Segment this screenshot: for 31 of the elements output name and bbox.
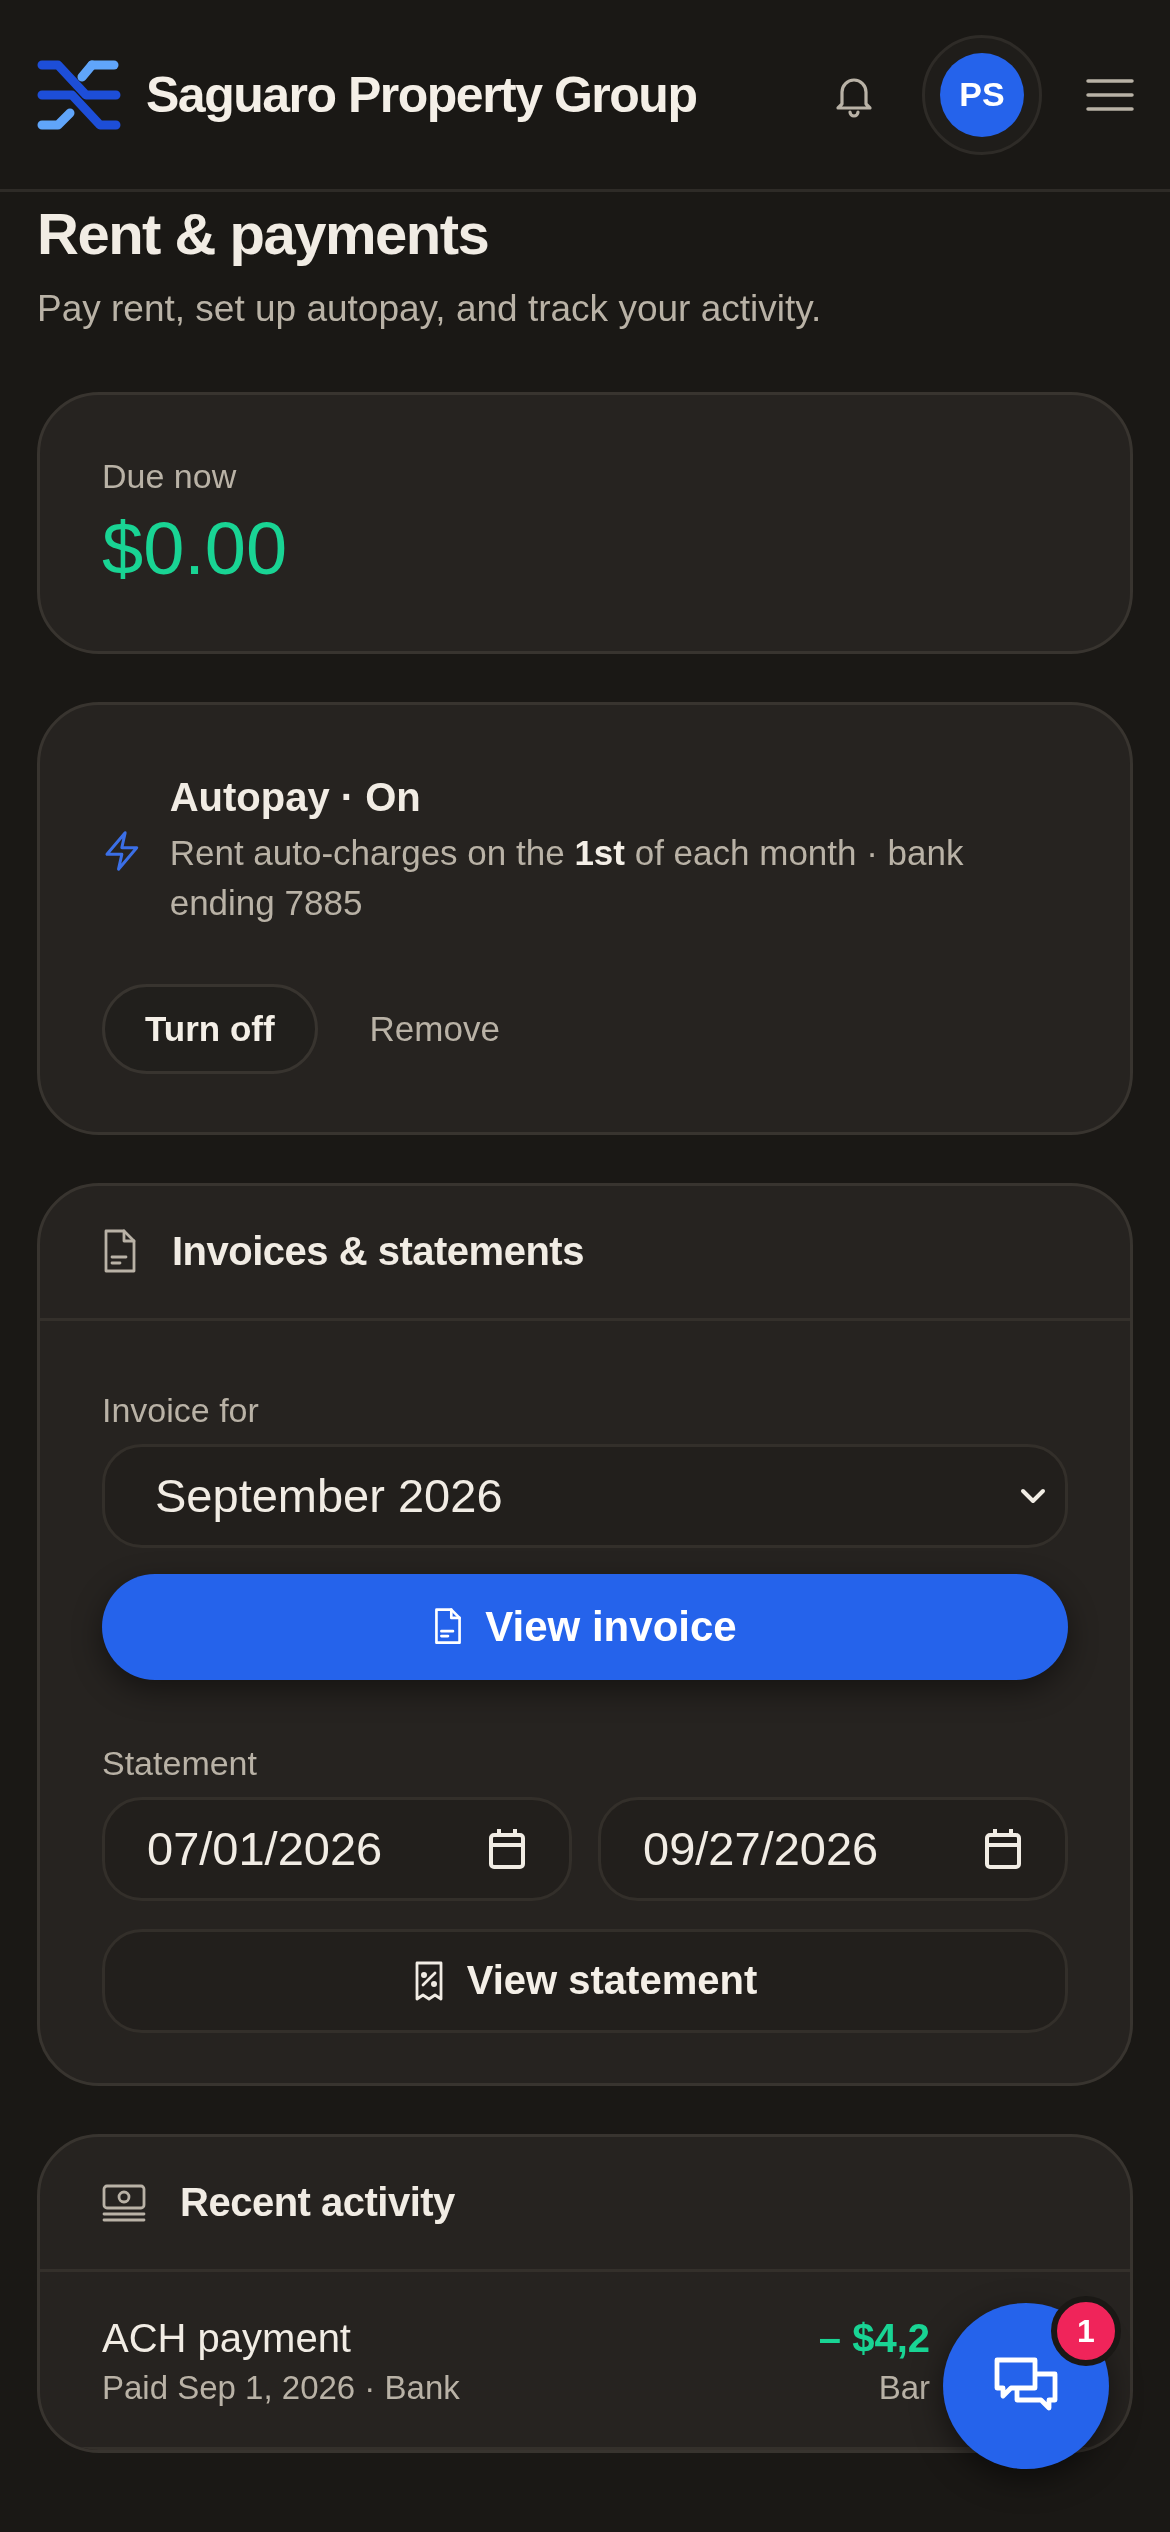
autopay-description: Rent auto-charges on the 1st of each month · bank ending 7885 — [169, 831, 965, 924]
activity-amount: – $4,2 — [818, 2315, 930, 2361]
page-title: Rent & payments — [37, 202, 490, 266]
activity-name: ACH payment — [102, 2315, 352, 2361]
view-invoice-button[interactable]: View invoice — [102, 1573, 1068, 1680]
month-select[interactable]: September 2026 — [102, 1443, 1068, 1548]
section-title: Invoices & statements — [172, 1229, 584, 1275]
turn-off-button[interactable]: Turn off — [102, 983, 318, 1074]
document-icon — [433, 1607, 464, 1646]
due-amount: $0.00 — [102, 505, 289, 591]
autopay-title: Autopay · On — [169, 774, 422, 820]
field-label: Invoice for — [102, 1390, 260, 1430]
date-field[interactable]: 09/27/2026 — [598, 1796, 1068, 1901]
view-statement-button[interactable]: View statement — [102, 1928, 1068, 2033]
document-icon — [102, 1228, 138, 1275]
menu-icon[interactable] — [1086, 77, 1134, 112]
calendar-icon — [983, 1826, 1023, 1871]
section-title: Recent activity — [180, 2180, 455, 2226]
remove-button[interactable]: Remove — [347, 983, 522, 1074]
activity-method: Bar — [877, 2368, 930, 2407]
brand-name: Saguaro Property Group — [146, 65, 697, 124]
logo-icon — [36, 58, 122, 131]
calendar-icon — [487, 1826, 527, 1871]
due-label: Due now — [102, 456, 238, 496]
chevron-down-icon — [1019, 1486, 1047, 1505]
field-label: Statement — [102, 1743, 258, 1783]
avatar[interactable]: PS — [940, 52, 1024, 137]
page-subtitle: Pay rent, set up autopay, and track your activity. — [37, 287, 823, 330]
activity-detail: Paid Sep 1, 2026 · Bank — [102, 2368, 460, 2407]
date-field[interactable]: 07/01/2026 — [102, 1796, 572, 1901]
banknote-icon — [102, 2183, 146, 2222]
